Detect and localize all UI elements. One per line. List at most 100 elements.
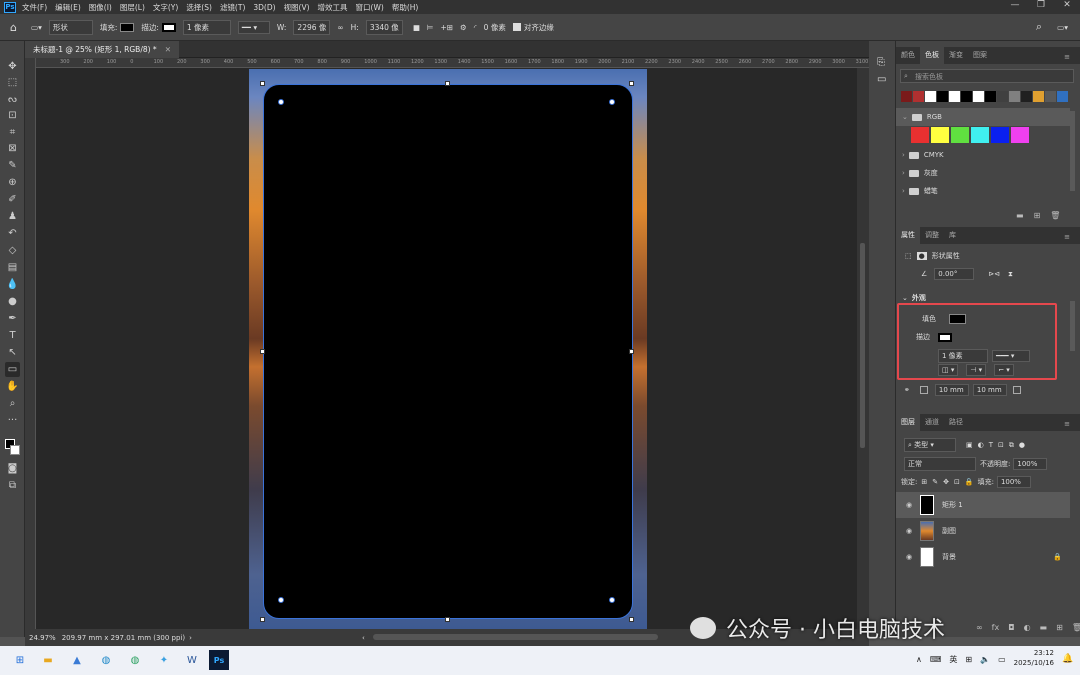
background-color-swatch[interactable] — [10, 445, 20, 455]
corner-checkbox[interactable] — [919, 386, 928, 394]
filter-shape-icon[interactable]: ⊡ — [998, 441, 1004, 449]
transform-handle[interactable] — [629, 81, 634, 86]
swatch[interactable] — [913, 91, 924, 102]
history-panel-icon[interactable]: ⎘ — [877, 57, 885, 68]
file-explorer-icon[interactable]: ▬ — [38, 650, 58, 670]
corner-radius-icon[interactable]: ◜ — [474, 23, 477, 32]
object-select-tool-icon[interactable]: ⊡ — [5, 108, 20, 123]
menu-3d[interactable]: 3D(D) — [253, 3, 275, 12]
word-icon[interactable]: W — [182, 650, 202, 670]
comments-panel-icon[interactable]: ▭ — [877, 74, 886, 85]
path-alignment-icon[interactable]: ⊨ — [427, 23, 434, 32]
vertical-scrollbar[interactable] — [857, 68, 869, 629]
swatch[interactable] — [925, 91, 936, 102]
opacity-input[interactable]: 100% — [1013, 458, 1048, 470]
swatch-scrollbar[interactable] — [1070, 111, 1075, 191]
layer-name[interactable]: 副图 — [942, 526, 956, 536]
hand-tool-icon[interactable]: ✋ — [5, 379, 20, 394]
align-edges-checkbox[interactable]: 对齐边缘 — [512, 22, 554, 33]
chevron-right-icon[interactable]: › — [189, 634, 192, 642]
lasso-tool-icon[interactable]: ᔓ — [5, 92, 20, 107]
more-tools-icon[interactable]: ··· — [5, 413, 20, 428]
swatch[interactable] — [1057, 91, 1068, 102]
swatch[interactable] — [1045, 91, 1056, 102]
new-swatch-icon[interactable]: ⊞ — [1034, 211, 1041, 220]
lock-move-icon[interactable]: ✥ — [943, 478, 949, 486]
tab-libraries[interactable]: 库 — [944, 227, 961, 244]
swatch[interactable] — [1011, 127, 1029, 143]
filter-adjust-icon[interactable]: ◐ — [978, 441, 984, 449]
menu-type[interactable]: 文字(Y) — [153, 2, 178, 13]
properties-scrollbar[interactable] — [1070, 301, 1075, 351]
fill-color-swatch[interactable] — [949, 314, 966, 324]
tab-layers[interactable]: 图层 — [896, 414, 920, 431]
add-mask-icon[interactable]: ◘ — [1008, 623, 1014, 632]
eye-icon[interactable]: ◉ — [902, 527, 916, 535]
zoom-tool-icon[interactable]: ⌕ — [5, 396, 20, 411]
filter-toggle-icon[interactable]: ● — [1019, 441, 1025, 449]
swatch[interactable] — [997, 91, 1008, 102]
width-input[interactable]: 2296 像 — [293, 19, 331, 35]
frame-tool-icon[interactable]: ⊠ — [5, 141, 20, 156]
app-icon[interactable]: ✦ — [154, 650, 174, 670]
rectangle-tool-icon[interactable]: ▭ — [5, 362, 20, 377]
ime-language[interactable]: 英 — [949, 654, 957, 665]
chevron-right-icon[interactable]: › — [902, 151, 905, 159]
windows-start-icon[interactable]: ⊞ — [10, 650, 30, 670]
folder-icon[interactable]: ▬ — [1040, 623, 1048, 632]
brush-tool-icon[interactable]: ✐ — [5, 192, 20, 207]
stroke-align-select[interactable]: ◫ ▾ — [938, 364, 959, 376]
stroke-join-select[interactable]: ⌐ ▾ — [994, 364, 1014, 376]
corner-radius-handle[interactable] — [609, 597, 615, 603]
swatch[interactable] — [901, 91, 912, 102]
transform-handle[interactable] — [445, 617, 450, 622]
swatch[interactable] — [931, 127, 949, 143]
stroke-cap-select[interactable]: ⊣ ▾ — [966, 364, 987, 376]
folder-icon[interactable]: ▬ — [1016, 211, 1024, 220]
blend-mode-select[interactable]: 正常 — [904, 457, 976, 471]
close-icon[interactable]: ✕ — [1054, 0, 1080, 14]
flip-vertical-icon[interactable]: ⧗ — [1008, 270, 1013, 279]
close-tab-icon[interactable]: ✕ — [165, 45, 171, 54]
chevron-left-icon[interactable]: ‹ — [362, 634, 365, 642]
corner-radius-input-2[interactable]: 10 mm — [972, 384, 1007, 396]
scroll-thumb[interactable] — [860, 243, 865, 448]
eye-icon[interactable]: ◉ — [902, 553, 916, 561]
battery-icon[interactable]: ▭ — [998, 655, 1006, 664]
swatch-search-input[interactable]: 搜索色板 — [900, 69, 1074, 83]
tab-paths[interactable]: 路径 — [944, 414, 968, 431]
swatch[interactable] — [951, 127, 969, 143]
notification-icon[interactable]: 🔔 — [1062, 654, 1073, 664]
chevron-down-icon[interactable]: ⌄ — [902, 113, 908, 121]
filter-pixel-icon[interactable]: ▣ — [966, 441, 973, 449]
menu-view[interactable]: 视图(V) — [284, 2, 310, 13]
swatch-group-pastel[interactable]: › 蜡笔 — [896, 182, 1070, 200]
layer-filter-select[interactable]: ⌕ 类型 ▾ — [904, 438, 956, 452]
stroke-type-select[interactable]: ━━ ▾ — [237, 20, 270, 34]
new-layer-icon[interactable]: ⊞ — [1056, 623, 1063, 632]
trash-icon[interactable]: 🗑 — [1050, 211, 1060, 220]
edge-browser-icon[interactable]: ◍ — [96, 650, 116, 670]
menu-image[interactable]: 图像(I) — [89, 2, 112, 13]
shape-mode-select[interactable]: 形状 — [48, 19, 93, 35]
panel-menu-icon[interactable]: ≡ — [1059, 230, 1075, 244]
corner-radius-input-1[interactable]: 10 mm — [934, 384, 969, 396]
corner-radius-handle[interactable] — [278, 99, 284, 105]
transform-handle[interactable] — [260, 81, 265, 86]
corner-checkbox[interactable] — [1012, 386, 1021, 394]
swatch[interactable] — [971, 127, 989, 143]
move-tool-icon[interactable]: ✥ — [5, 59, 20, 74]
swatch[interactable] — [1009, 91, 1020, 102]
keyboard-icon[interactable]: ⌨ — [930, 655, 942, 664]
lock-pixels-icon[interactable]: ⊞ — [921, 478, 927, 486]
trash-icon[interactable]: 🗑 — [1072, 623, 1080, 632]
menu-help[interactable]: 帮助(H) — [392, 2, 419, 13]
checkbox-icon[interactable] — [512, 23, 521, 31]
layer-row[interactable]: ◉ 背景 🔒 — [896, 544, 1070, 570]
link-layers-icon[interactable]: ∞ — [976, 623, 983, 632]
fx-icon[interactable]: fx — [992, 623, 1000, 632]
workspace-icon[interactable]: ▭▾ — [1057, 23, 1068, 32]
healing-brush-icon[interactable]: ⊕ — [5, 175, 20, 190]
tab-gradients[interactable]: 渐变 — [944, 47, 968, 64]
transform-handle[interactable] — [260, 617, 265, 622]
